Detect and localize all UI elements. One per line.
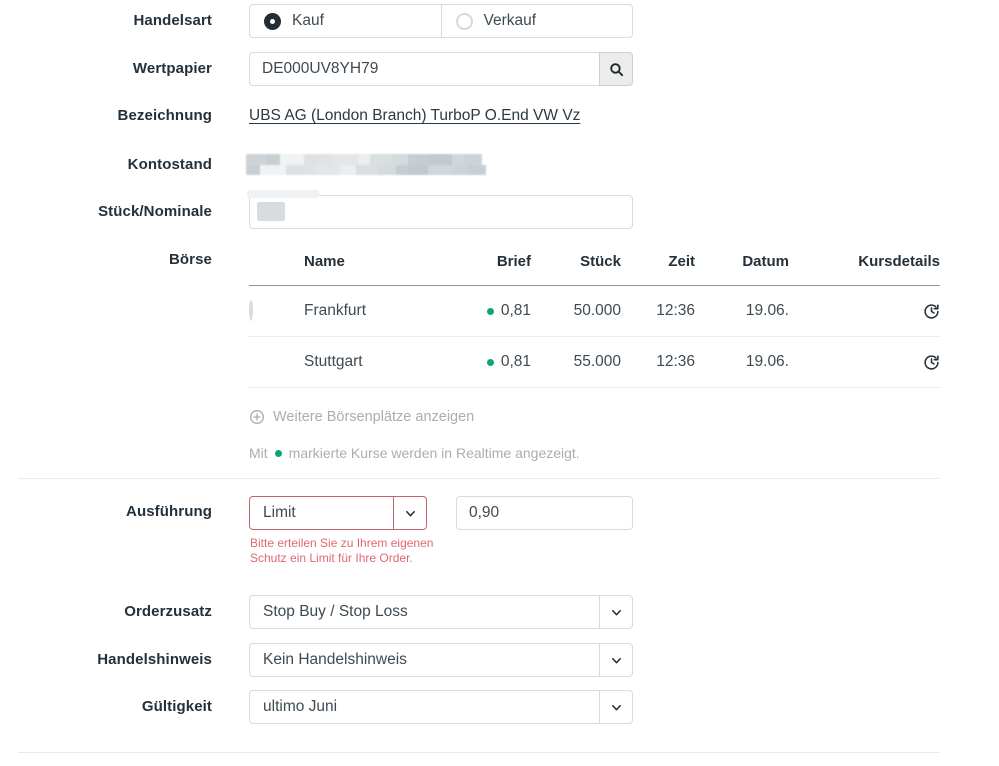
order-form-page: Handelsart Wertpapier Bezeichnung Kontos… xyxy=(0,0,999,766)
exchange-name: Stuttgart xyxy=(304,353,439,371)
stueck-redaction-smudge xyxy=(247,190,319,198)
realtime-note-prefix: Mit xyxy=(249,445,268,461)
kursdetails-history-icon[interactable] xyxy=(923,303,940,320)
stueck-nominale-input[interactable] xyxy=(249,195,633,229)
gueltigkeit-label: Gültigkeit xyxy=(0,698,212,715)
exchange-name: Frankfurt xyxy=(304,302,439,320)
handelshinweis-select[interactable]: Kein Handelshinweis xyxy=(249,643,633,677)
stueck-redacted-value xyxy=(257,202,285,221)
chevron-down-icon xyxy=(609,700,624,715)
bezeichnung-label: Bezeichnung xyxy=(0,107,212,124)
kontostand-redacted xyxy=(246,154,494,175)
kontostand-label: Kontostand xyxy=(0,156,212,173)
col-header-datum: Datum xyxy=(695,253,789,270)
boerse-table: Name Brief Stück Zeit Datum Kursdetails … xyxy=(249,253,940,388)
handelsart-radio-group: Kauf Verkauf xyxy=(249,4,633,38)
col-header-name: Name xyxy=(304,253,439,270)
radio-unselected-icon xyxy=(456,13,473,30)
table-row-frankfurt: Frankfurt 0,81 50.000 12:36 19.06. xyxy=(249,286,940,337)
chevron-down-icon xyxy=(609,605,624,620)
orderzusatz-label: Orderzusatz xyxy=(0,603,212,620)
table-row-stuttgart: Stuttgart 0,81 55.000 12:36 19.06. xyxy=(249,337,940,388)
radio-option-kauf[interactable]: Kauf xyxy=(250,5,441,37)
orderzusatz-value: Stop Buy / Stop Loss xyxy=(250,596,599,628)
col-header-stueck: Stück xyxy=(531,253,621,270)
brief-value: 0,81 xyxy=(501,353,531,371)
gueltigkeit-value: ultimo Juni xyxy=(250,691,599,723)
ausfuehrung-type-value: Limit xyxy=(250,497,393,529)
col-header-kursdetails: Kursdetails xyxy=(789,253,940,270)
col-header-brief: Brief xyxy=(439,253,531,270)
realtime-note-suffix: markierte Kurse werden in Realtime angez… xyxy=(289,445,580,461)
wertpapier-label: Wertpapier xyxy=(0,60,212,77)
boerse-table-header: Name Brief Stück Zeit Datum Kursdetails xyxy=(249,253,940,286)
realtime-dot-icon xyxy=(487,359,494,366)
stueck-value: 55.000 xyxy=(531,353,621,371)
datum-value: 19.06. xyxy=(695,353,789,371)
ausfuehrung-label: Ausführung xyxy=(0,503,212,520)
realtime-note: Mit markierte Kurse werden in Realtime a… xyxy=(249,445,580,461)
handelshinweis-label: Handelshinweis xyxy=(0,651,212,668)
chevron-down-icon xyxy=(403,506,418,521)
limit-error-message: Bitte erteilen Sie zu Ihrem eigenen Schu… xyxy=(250,536,446,566)
zeit-value: 12:36 xyxy=(621,353,695,371)
chevron-down-icon xyxy=(609,653,624,668)
ausfuehrung-type-select[interactable]: Limit xyxy=(249,496,427,530)
gueltigkeit-select[interactable]: ultimo Juni xyxy=(249,690,633,724)
select-chevron-segment xyxy=(599,691,632,723)
section-divider xyxy=(18,478,940,479)
datum-value: 19.06. xyxy=(695,302,789,320)
select-chevron-segment xyxy=(393,497,426,529)
bezeichnung-link[interactable]: UBS AG (London Branch) TurboP O.End VW V… xyxy=(249,107,580,125)
exchange-radio-frankfurt[interactable] xyxy=(249,300,253,321)
realtime-dot-icon xyxy=(487,308,494,315)
radio-option-verkauf[interactable]: Verkauf xyxy=(441,5,633,37)
handelshinweis-value: Kein Handelshinweis xyxy=(250,644,599,676)
plus-circle-icon xyxy=(249,409,265,425)
limit-value-input[interactable] xyxy=(456,496,633,530)
select-chevron-segment xyxy=(599,596,632,628)
brief-value: 0,81 xyxy=(501,302,531,320)
more-exchanges-link[interactable]: Weitere Börsenplätze anzeigen xyxy=(249,409,474,425)
stueck-value: 50.000 xyxy=(531,302,621,320)
kursdetails-history-icon[interactable] xyxy=(923,354,940,371)
zeit-value: 12:36 xyxy=(621,302,695,320)
radio-option-kauf-label: Kauf xyxy=(292,12,324,30)
wertpapier-search-button[interactable] xyxy=(599,52,633,86)
radio-selected-icon xyxy=(264,13,281,30)
select-chevron-segment xyxy=(599,644,632,676)
search-icon xyxy=(608,61,625,78)
col-header-zeit: Zeit xyxy=(621,253,695,270)
radio-option-verkauf-label: Verkauf xyxy=(484,12,537,30)
boerse-label: Börse xyxy=(0,251,212,268)
wertpapier-input[interactable] xyxy=(249,52,599,86)
stueck-nominale-label: Stück/Nominale xyxy=(0,203,212,220)
bottom-divider xyxy=(18,752,940,753)
realtime-dot-icon xyxy=(275,450,282,457)
handelsart-label: Handelsart xyxy=(0,12,212,29)
more-exchanges-label: Weitere Börsenplätze anzeigen xyxy=(273,409,474,425)
wertpapier-field xyxy=(249,52,633,86)
orderzusatz-select[interactable]: Stop Buy / Stop Loss xyxy=(249,595,633,629)
